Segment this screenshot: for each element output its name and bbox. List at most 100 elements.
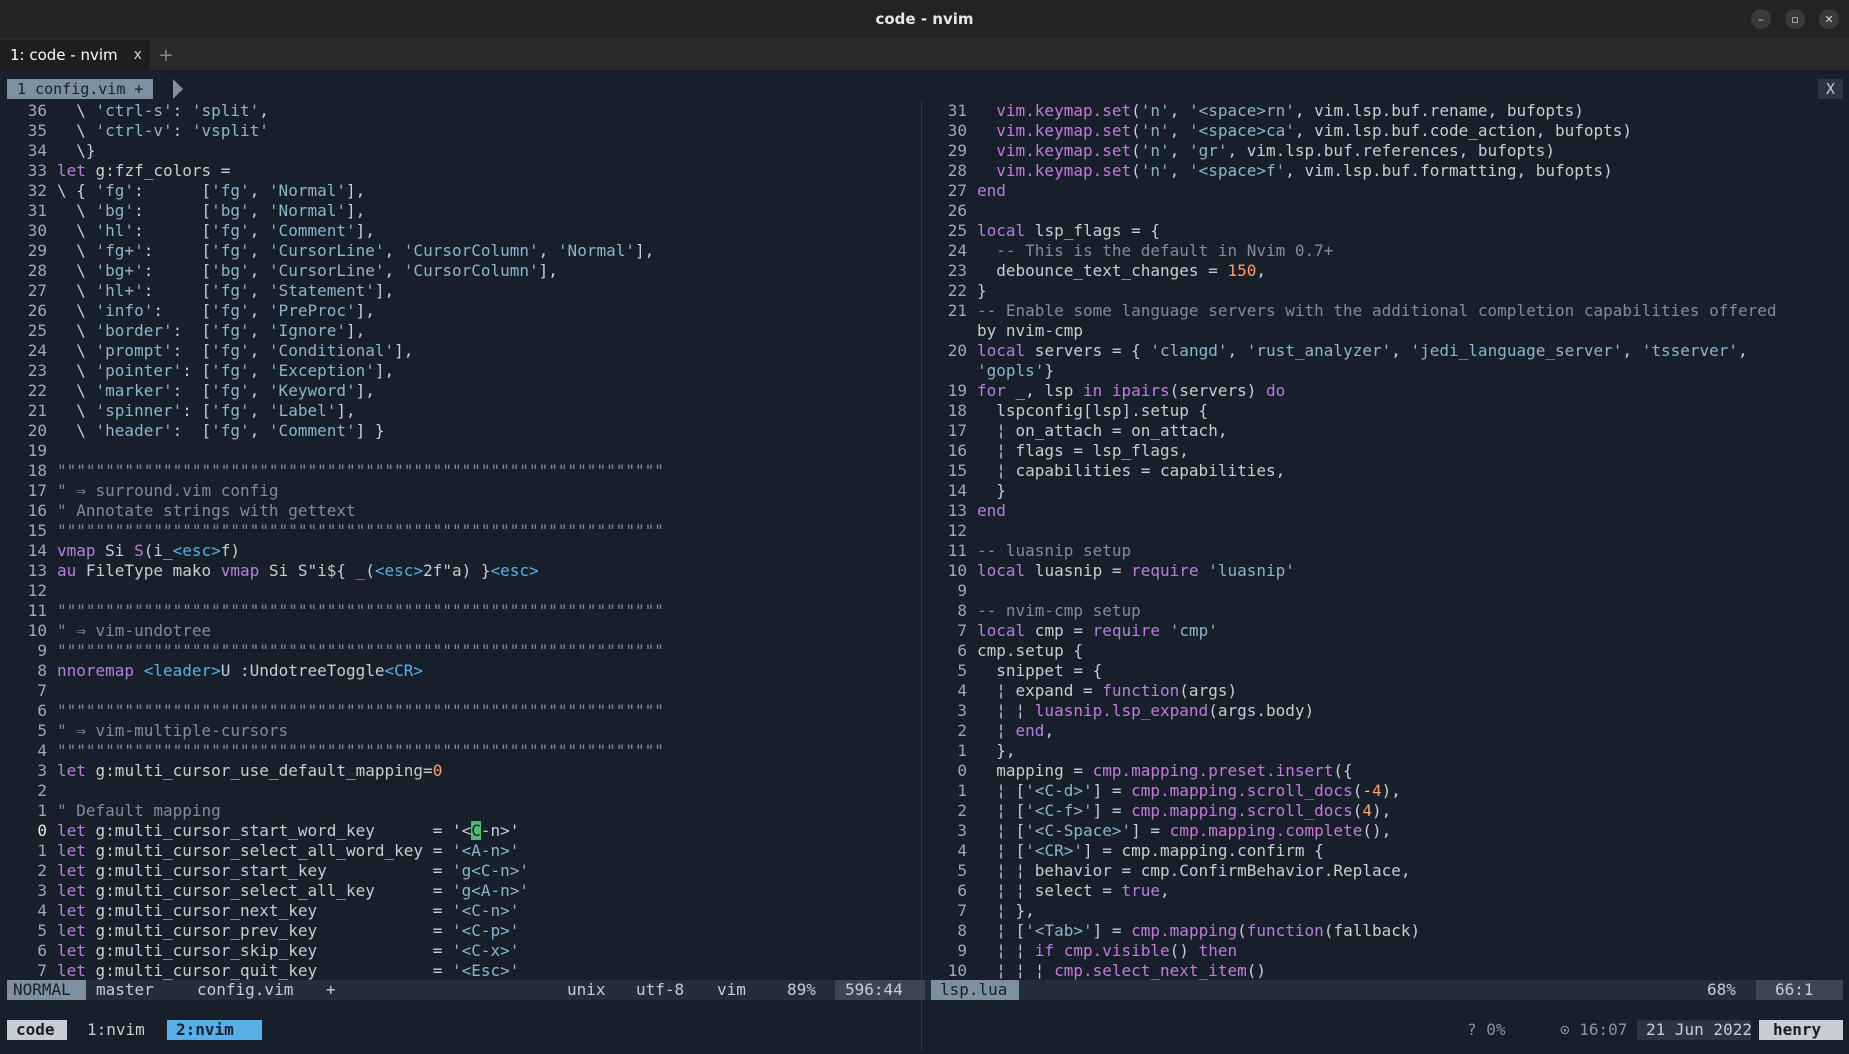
code-line[interactable]: 3 let g:multi_cursor_use_default_mapping=… [0,761,920,781]
code-line[interactable]: 16 ¦ flags = lsp_flags, [923,441,1847,461]
code-line[interactable]: 18 lspconfig[lsp].setup { [923,401,1847,421]
code-line[interactable]: 1 ¦ ['<C-d>'] = cmp.mapping.scroll_docs(… [923,781,1847,801]
code-line[interactable]: 8 ¦ ['<Tab>'] = cmp.mapping(function(fal… [923,921,1847,941]
code-line[interactable]: 36 \ 'ctrl-s': 'split', [0,101,920,121]
code-line[interactable]: 24 -- This is the default in Nvim 0.7+ [923,241,1847,261]
code-line[interactable]: 25 \ 'border': ['fg', 'Ignore'], [0,321,920,341]
code-line[interactable]: 23 debounce_text_changes = 150, [923,261,1847,281]
maximize-button[interactable]: ▫ [1785,9,1805,29]
buffer-tab-config-vim[interactable]: 1 config.vim + [7,79,154,99]
code-line[interactable]: 28 \ 'bg+': ['bg', 'CursorLine', 'Cursor… [0,261,920,281]
code-line[interactable]: 19 [0,441,920,461]
code-line[interactable]: 10 " ⇒ vim-undotree [0,621,920,641]
code-line[interactable]: 18 """"""""""""""""""""""""""""""""""""""… [0,461,920,481]
editor-pane-left[interactable]: 36 \ 'ctrl-s': 'split', 35 \ 'ctrl-v': 'v… [0,101,920,1050]
code-line[interactable]: 32 \ { 'fg': ['fg', 'Normal'], [0,181,920,201]
buffer-close-button[interactable]: X [1817,79,1843,99]
code-line[interactable]: 26 [923,201,1847,221]
code-line[interactable]: 29 vim.keymap.set('n', 'gr', vim.lsp.buf… [923,141,1847,161]
minimize-button[interactable]: – [1751,9,1771,29]
code-line[interactable]: 5 snippet = { [923,661,1847,681]
code-line[interactable]: 7 ¦ }, [923,901,1847,921]
tmux-window-1[interactable]: 1:nvim [87,1020,145,1040]
code-line[interactable]: 27 \ 'hl+': ['fg', 'Statement'], [0,281,920,301]
code-area-config-vim[interactable]: 36 \ 'ctrl-s': 'split', 35 \ 'ctrl-v': 'v… [0,101,920,981]
code-line[interactable]: 7 [0,681,920,701]
vertical-split-divider[interactable] [921,101,922,1050]
code-line[interactable]: 35 \ 'ctrl-v': 'vsplit' [0,121,920,141]
code-line[interactable]: 14 vmap Si S(i_<esc>f) [0,541,920,561]
code-line[interactable]: 19 for _, lsp in ipairs(servers) do [923,381,1847,401]
code-line[interactable]: 24 \ 'prompt': ['fg', 'Conditional'], [0,341,920,361]
code-line[interactable]: 31 \ 'bg': ['bg', 'Normal'], [0,201,920,221]
code-line[interactable]: 22} [923,281,1847,301]
code-line[interactable]: 17 " ⇒ surround.vim config [0,481,920,501]
code-line[interactable]: 26 \ 'info': ['fg', 'PreProc'], [0,301,920,321]
code-line[interactable]: 2 let g:multi_cursor_start_key = 'g<C-n>' [0,861,920,881]
code-line[interactable]: 1 let g:multi_cursor_select_all_word_key … [0,841,920,861]
code-line[interactable]: 22 \ 'marker': ['fg', 'Keyword'], [0,381,920,401]
code-line[interactable]: 1 " Default mapping [0,801,920,821]
code-line[interactable]: 8 -- nvim-cmp setup [923,601,1847,621]
code-line[interactable]: 20 local servers = { 'clangd', 'rust_anal… [923,341,1847,361]
code-line[interactable]: 4 ¦ ['<CR>'] = cmp.mapping.confirm { [923,841,1847,861]
code-line[interactable]: 7 let g:multi_cursor_quit_key = '<Esc>' [0,961,920,981]
code-line[interactable]: 6 ¦ ¦ select = true, [923,881,1847,901]
code-line[interactable]: 10 ¦ ¦ ¦ cmp.select_next_item() [923,961,1847,981]
tab-close-icon[interactable]: x [134,47,142,63]
code-line[interactable]: 'gopls'} [923,361,1847,381]
code-line[interactable]: 5 let g:multi_cursor_prev_key = '<C-p>' [0,921,920,941]
code-line[interactable]: 9 """""""""""""""""""""""""""""""""""""""… [0,641,920,661]
code-line[interactable]: 2 ¦ ['<C-f>'] = cmp.mapping.scroll_docs(… [923,801,1847,821]
new-tab-button[interactable]: + [150,40,182,70]
code-line[interactable]: 13 end [923,501,1847,521]
code-line[interactable]: 4 """""""""""""""""""""""""""""""""""""""… [0,741,920,761]
code-line[interactable]: 4 ¦ expand = function(args) [923,681,1847,701]
terminal-tab-active[interactable]: 1: code - nvim x [0,40,150,70]
code-line[interactable]: 30 vim.keymap.set('n', '<space>ca', vim.… [923,121,1847,141]
code-line[interactable]: 6 let g:multi_cursor_skip_key = '<C-x>' [0,941,920,961]
code-line[interactable]: 12 [923,521,1847,541]
code-line[interactable]: 15 ¦ capabilities = capabilities, [923,461,1847,481]
code-line[interactable]: 9 [923,581,1847,601]
code-line[interactable]: by nvim-cmp [923,321,1847,341]
code-line[interactable]: 3 ¦ ¦ luasnip.lsp_expand(args.body) [923,701,1847,721]
code-line[interactable]: 28 vim.keymap.set('n', '<space>f', vim.l… [923,161,1847,181]
code-line[interactable]: 15 """"""""""""""""""""""""""""""""""""""… [0,521,920,541]
code-line[interactable]: 29 \ 'fg+': ['fg', 'CursorLine', 'Cursor… [0,241,920,261]
code-line[interactable]: 20 \ 'header': ['fg', 'Comment'] } [0,421,920,441]
code-line[interactable]: 16 " Annotate strings with gettext [0,501,920,521]
code-area-lsp-lua[interactable]: 31 vim.keymap.set('n', '<space>rn', vim.… [923,101,1847,981]
code-line[interactable]: 34 \} [0,141,920,161]
code-line[interactable]: 7 local cmp = require 'cmp' [923,621,1847,641]
code-line[interactable]: 6 """""""""""""""""""""""""""""""""""""""… [0,701,920,721]
code-line[interactable]: 11 """"""""""""""""""""""""""""""""""""""… [0,601,920,621]
code-line[interactable]: 21 -- Enable some language servers with t… [923,301,1847,321]
code-line[interactable]: 27 end [923,181,1847,201]
code-line[interactable]: 12 [0,581,920,601]
code-line[interactable]: 31 vim.keymap.set('n', '<space>rn', vim.… [923,101,1847,121]
code-line[interactable]: 10 local luasnip = require 'luasnip' [923,561,1847,581]
code-line[interactable]: 21 \ 'spinner': ['fg', 'Label'], [0,401,920,421]
code-line[interactable]: 4 let g:multi_cursor_next_key = '<C-n>' [0,901,920,921]
terminal-viewport[interactable]: 1 config.vim + X 36 \ 'ctrl-s': 'split',… [0,70,1849,1054]
close-window-button[interactable]: ✕ [1819,9,1839,29]
code-line[interactable]: 5 ¦ ¦ behavior = cmp.ConfirmBehavior.Rep… [923,861,1847,881]
code-line[interactable]: 3 let g:multi_cursor_select_all_key = 'g<… [0,881,920,901]
code-line[interactable]: 9 ¦ ¦ if cmp.visible() then [923,941,1847,961]
code-line[interactable]: 0 let g:multi_cursor_start_word_key = '<C… [0,821,920,841]
code-line[interactable]: 8 nnoremap <leader>U :UndotreeToggle<CR> [0,661,920,681]
tmux-window-2-active[interactable]: 2:nvim [167,1020,262,1040]
code-line[interactable]: 23 \ 'pointer': ['fg', 'Exception'], [0,361,920,381]
code-line[interactable]: 25 local lsp_flags = { [923,221,1847,241]
code-line[interactable]: 1 }, [923,741,1847,761]
code-line[interactable]: 11 -- luasnip setup [923,541,1847,561]
editor-pane-right[interactable]: 31 vim.keymap.set('n', '<space>rn', vim.… [923,101,1847,1050]
code-line[interactable]: 17 ¦ on_attach = on_attach, [923,421,1847,441]
code-line[interactable]: 13 au FileType mako vmap Si S"i${ _(<esc>… [0,561,920,581]
code-line[interactable]: 3 ¦ ['<C-Space>'] = cmp.mapping.complete… [923,821,1847,841]
code-line[interactable]: 2 [0,781,920,801]
code-line[interactable]: 30 \ 'hl': ['fg', 'Comment'], [0,221,920,241]
code-line[interactable]: 5 " ⇒ vim-multiple-cursors [0,721,920,741]
code-line[interactable]: 14 } [923,481,1847,501]
